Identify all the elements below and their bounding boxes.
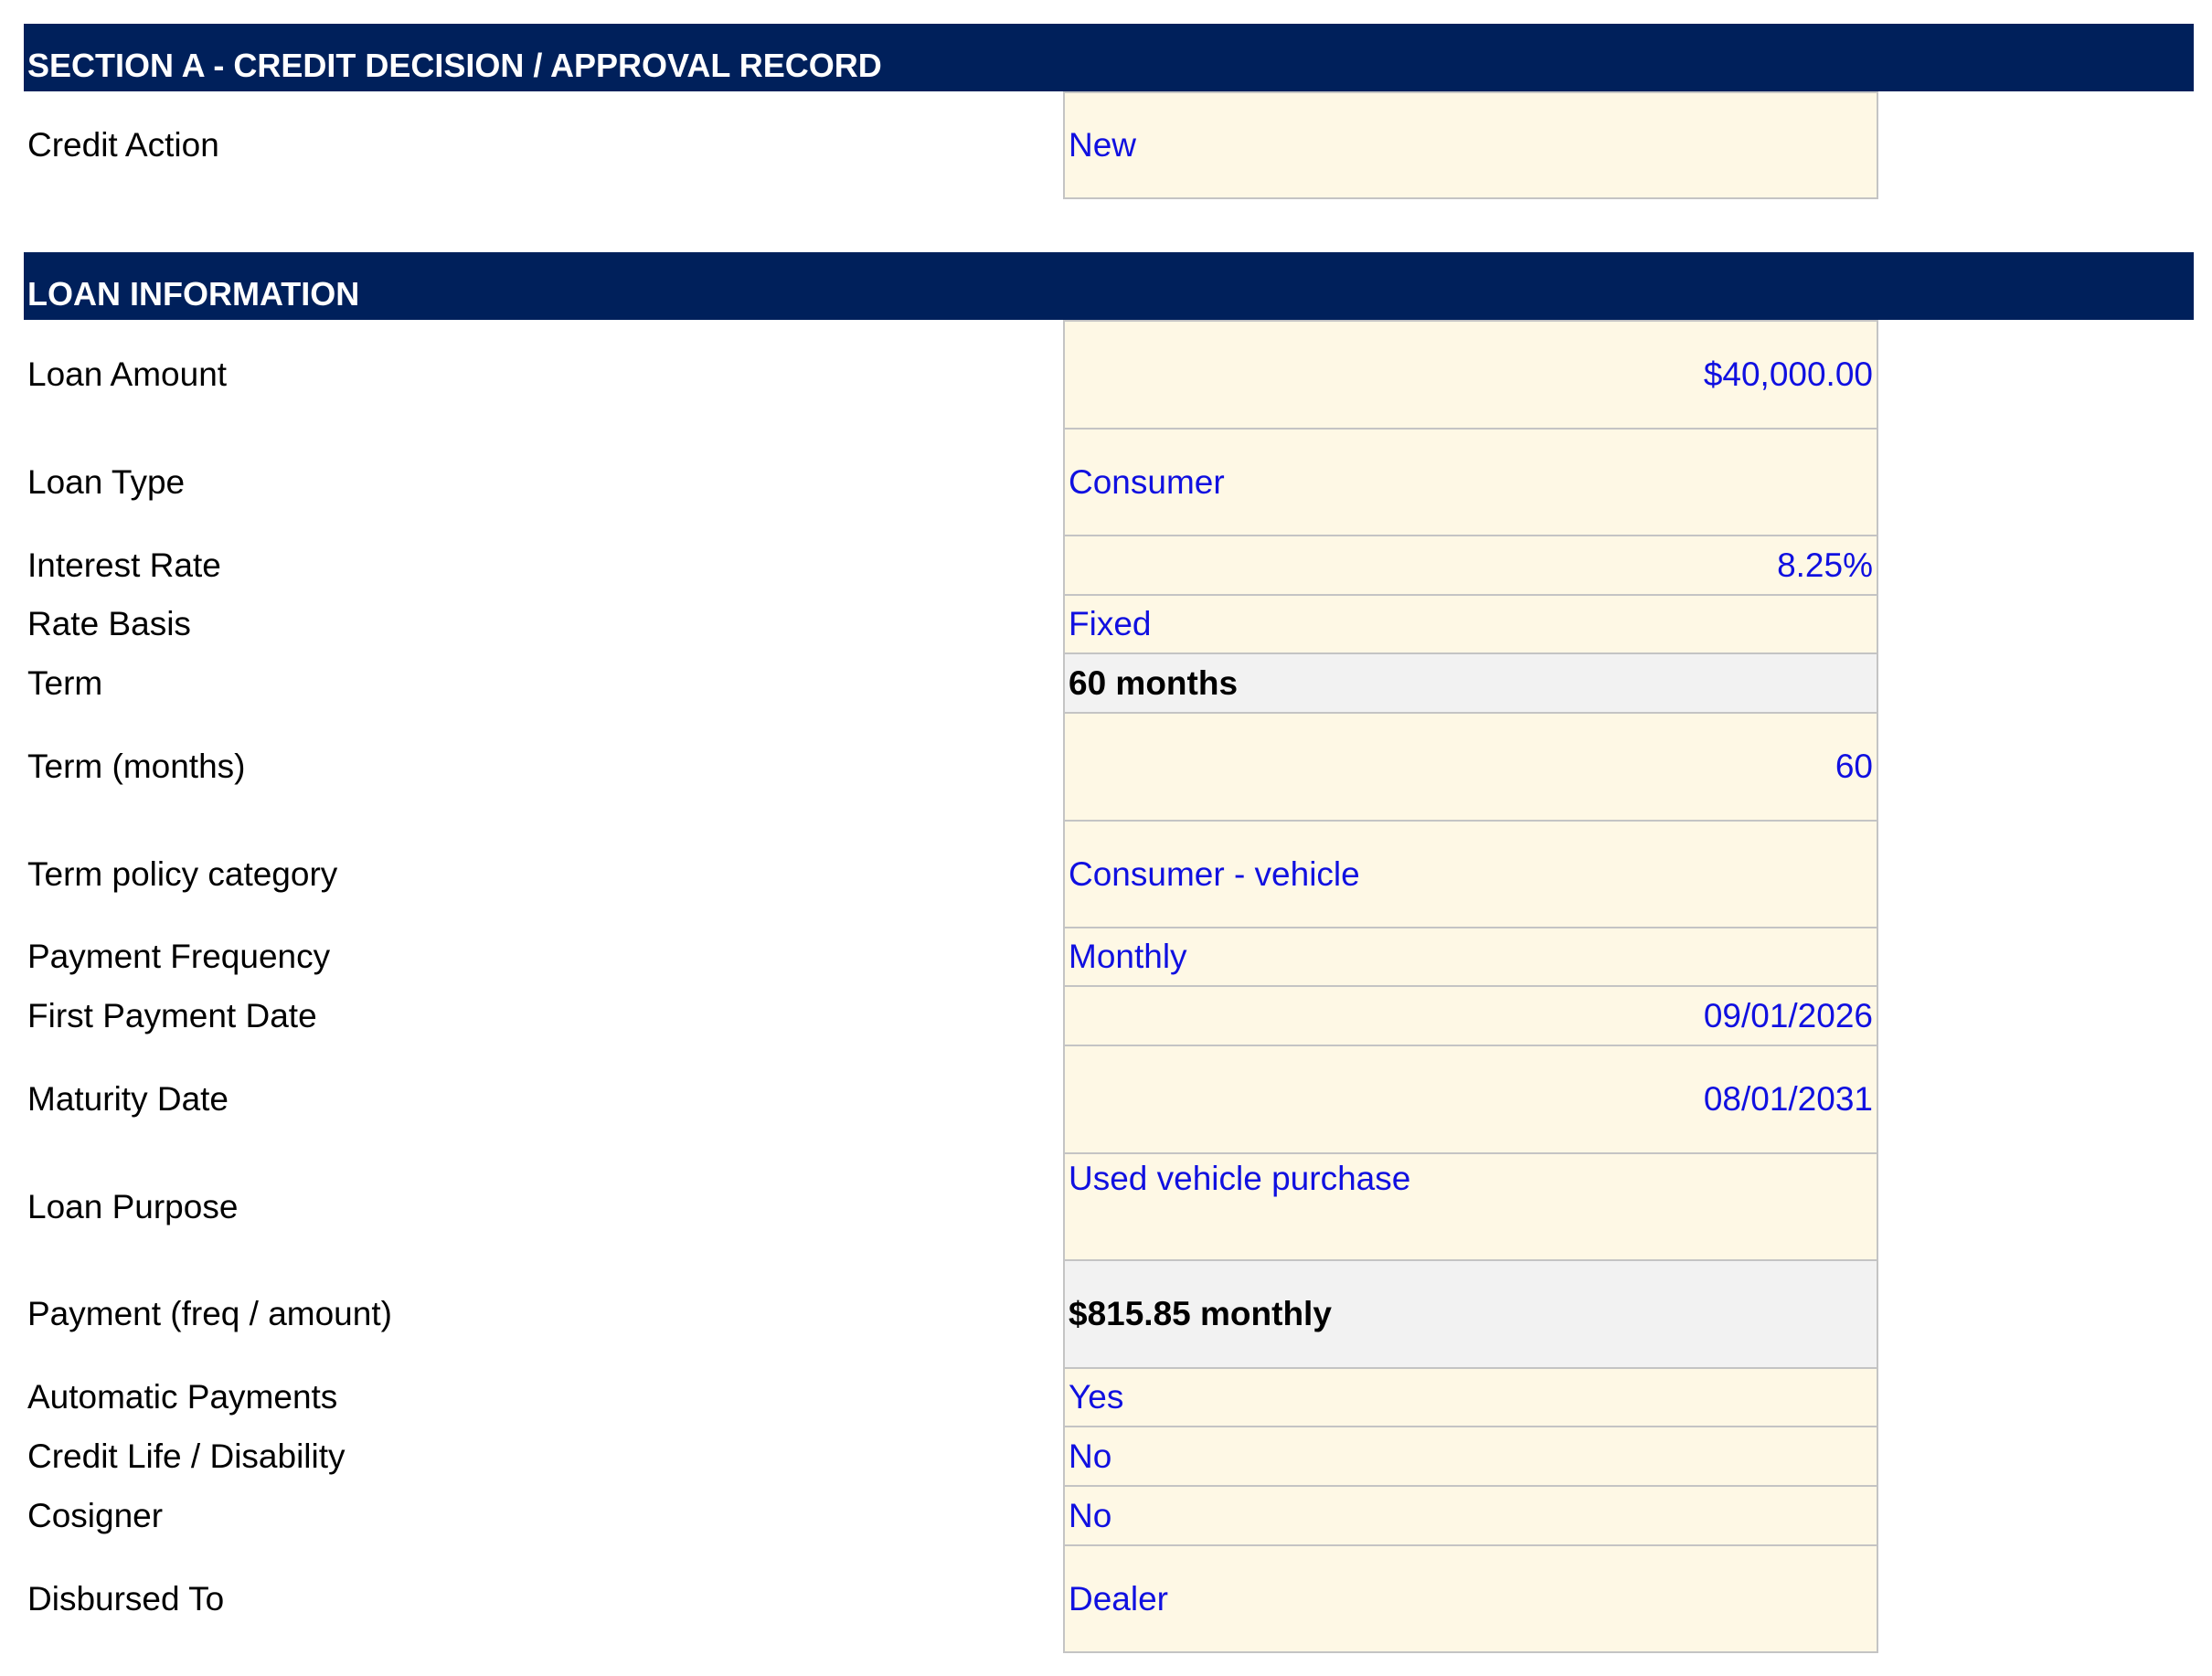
- row-payment-frequency: Payment Frequency Monthly: [0, 927, 2212, 987]
- loan-amount-field[interactable]: $40,000.00: [1063, 320, 1878, 430]
- loan-purpose-field[interactable]: Used vehicle purchase: [1063, 1152, 1878, 1261]
- term-months-label: Term (months): [27, 748, 246, 785]
- credit-life-disability-label: Credit Life / Disability: [27, 1437, 346, 1475]
- credit-life-disability-field[interactable]: No: [1063, 1426, 1878, 1487]
- row-loan-purpose: Loan Purpose Used vehicle purchase: [0, 1152, 2212, 1261]
- interest-rate-field[interactable]: 8.25%: [1063, 535, 1878, 596]
- maturity-date-field[interactable]: 08/01/2031: [1063, 1045, 1878, 1154]
- first-payment-date-field[interactable]: 09/01/2026: [1063, 985, 1878, 1046]
- row-automatic-payments: Automatic Payments Yes: [0, 1367, 2212, 1427]
- loan-information-title: LOAN INFORMATION: [27, 275, 360, 313]
- credit-action-field[interactable]: New: [1063, 91, 1878, 199]
- loan-information-header: LOAN INFORMATION: [24, 252, 2194, 320]
- automatic-payments-field[interactable]: Yes: [1063, 1367, 1878, 1427]
- section-a-title: SECTION A - CREDIT DECISION / APPROVAL R…: [27, 47, 882, 84]
- payment-freq-amount-field: $815.85 monthly: [1063, 1259, 1878, 1369]
- automatic-payments-label: Automatic Payments: [27, 1378, 338, 1416]
- row-interest-rate: Interest Rate 8.25%: [0, 535, 2212, 596]
- rate-basis-label: Rate Basis: [27, 605, 191, 642]
- loan-type-field[interactable]: Consumer: [1063, 428, 1878, 536]
- row-loan-type: Loan Type Consumer: [0, 428, 2212, 536]
- row-disbursed-to: Disbursed To Dealer: [0, 1544, 2212, 1653]
- section-a-header: SECTION A - CREDIT DECISION / APPROVAL R…: [24, 24, 2194, 91]
- term-months-field[interactable]: 60: [1063, 712, 1878, 822]
- row-rate-basis: Rate Basis Fixed: [0, 594, 2212, 654]
- disbursed-to-field[interactable]: Dealer: [1063, 1544, 1878, 1653]
- row-loan-amount: Loan Amount $40,000.00: [0, 320, 2212, 430]
- row-term: Term 60 months: [0, 652, 2212, 714]
- credit-action-label: Credit Action: [27, 126, 219, 164]
- payment-frequency-field[interactable]: Monthly: [1063, 927, 1878, 987]
- row-cosigner: Cosigner No: [0, 1485, 2212, 1546]
- first-payment-date-label: First Payment Date: [27, 996, 317, 1034]
- row-maturity-date: Maturity Date 08/01/2031: [0, 1045, 2212, 1154]
- disbursed-to-label: Disbursed To: [27, 1579, 225, 1618]
- row-credit-life-disability: Credit Life / Disability No: [0, 1426, 2212, 1487]
- rate-basis-field[interactable]: Fixed: [1063, 594, 1878, 654]
- term-label: Term: [27, 663, 103, 702]
- maturity-date-label: Maturity Date: [27, 1080, 229, 1118]
- interest-rate-label: Interest Rate: [27, 546, 221, 584]
- loan-type-label: Loan Type: [27, 462, 186, 501]
- term-field: 60 months: [1063, 652, 1878, 714]
- row-term-policy-category: Term policy category Consumer - vehicle: [0, 820, 2212, 928]
- loan-amount-label: Loan Amount: [27, 355, 228, 393]
- loan-purpose-label: Loan Purpose: [27, 1187, 239, 1225]
- cosigner-field[interactable]: No: [1063, 1485, 1878, 1546]
- row-term-months: Term (months) 60: [0, 712, 2212, 822]
- row-credit-action: Credit Action New: [0, 91, 2212, 199]
- payment-frequency-label: Payment Frequency: [27, 938, 331, 975]
- payment-freq-amount-label: Payment (freq / amount): [27, 1295, 392, 1332]
- term-policy-category-field[interactable]: Consumer - vehicle: [1063, 820, 1878, 928]
- row-payment-freq-amount: Payment (freq / amount) $815.85 monthly: [0, 1259, 2212, 1369]
- cosigner-label: Cosigner: [27, 1496, 164, 1534]
- row-first-payment-date: First Payment Date 09/01/2026: [0, 985, 2212, 1046]
- term-policy-category-label: Term policy category: [27, 854, 338, 893]
